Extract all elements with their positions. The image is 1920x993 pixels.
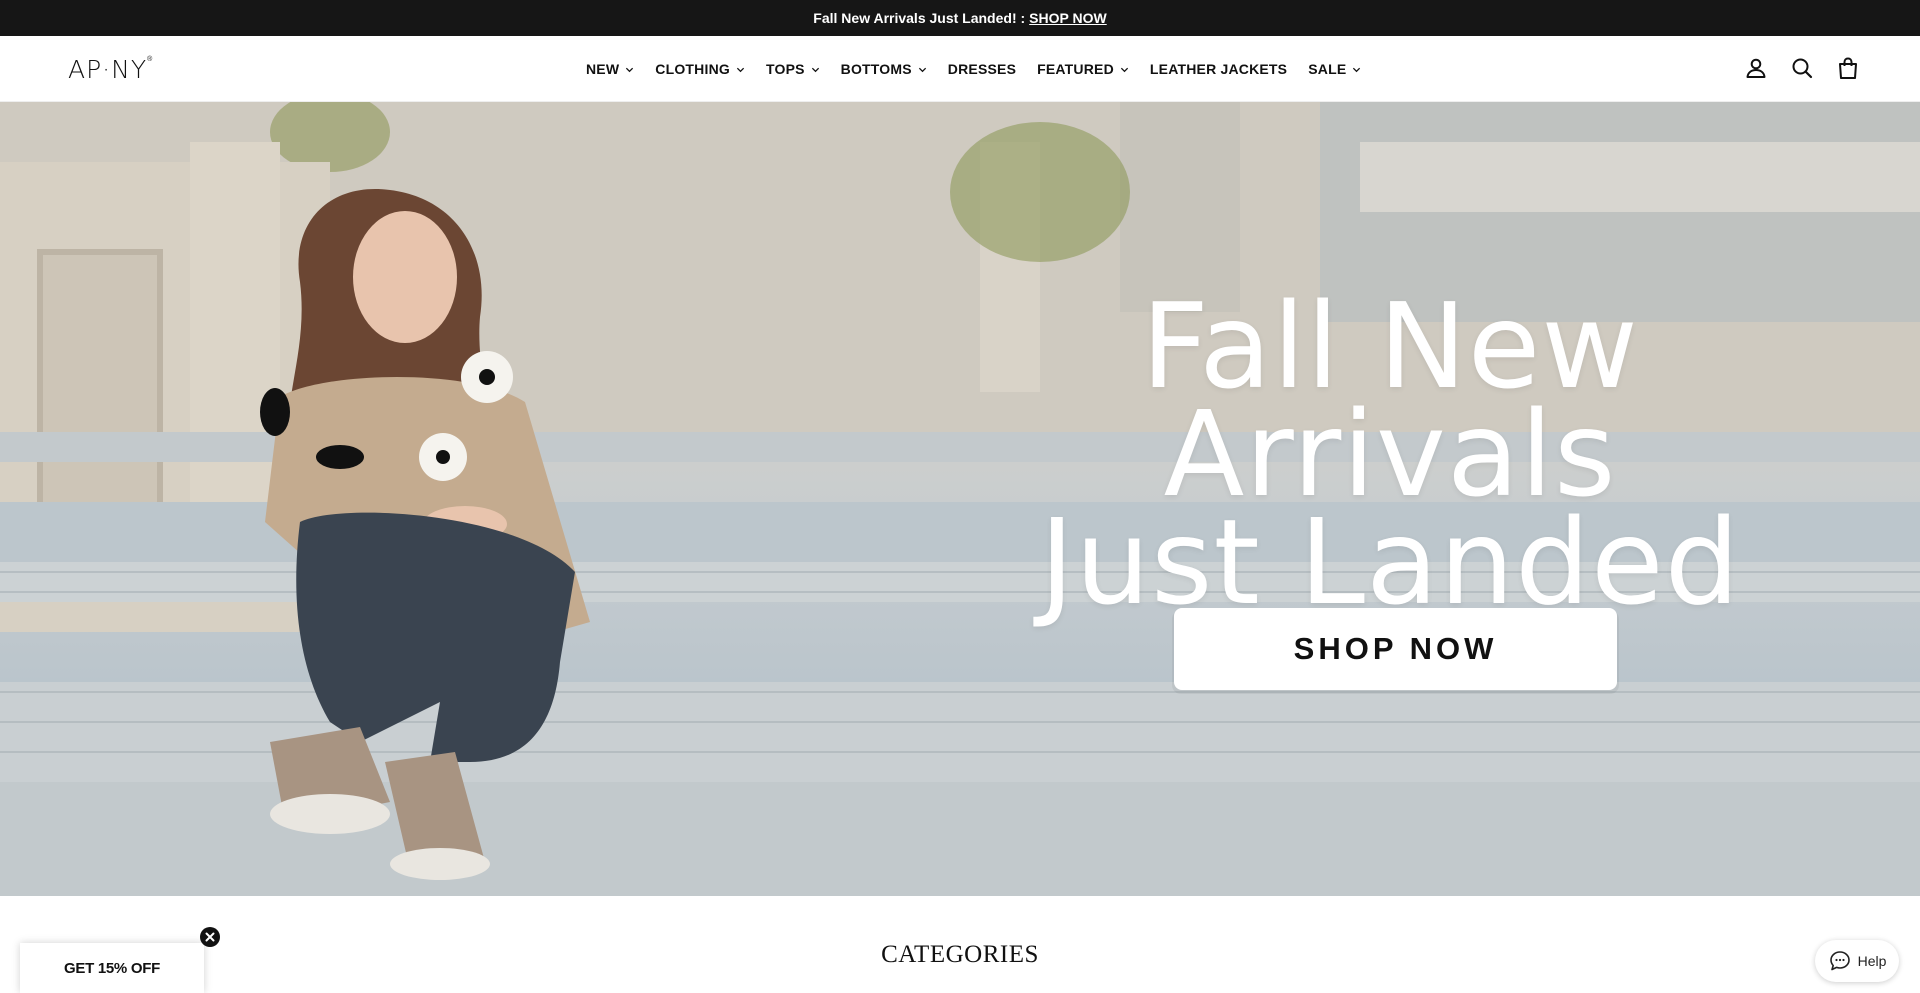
help-label: Help (1857, 953, 1887, 969)
discount-close-button[interactable] (200, 927, 220, 947)
chevron-down-icon (1353, 67, 1361, 72)
chevron-down-icon (811, 67, 819, 72)
cart-button[interactable] (1836, 54, 1860, 82)
nav-item-leather-jackets[interactable]: LEATHER JACKETS (1150, 61, 1287, 77)
nav-item-featured[interactable]: FEATURED (1037, 61, 1129, 77)
search-icon (1792, 58, 1813, 79)
nav-label: LEATHER JACKETS (1149, 61, 1288, 77)
logo-text: AP·NY (68, 54, 148, 84)
nav-item-dresses[interactable]: DRESSES (948, 61, 1016, 77)
nav-label: FEATURED (1037, 61, 1114, 77)
nav-label: NEW (586, 61, 620, 77)
search-button[interactable] (1790, 54, 1814, 82)
announcement-shop-link[interactable]: SHOP NOW (1029, 10, 1107, 26)
chevron-down-icon (626, 67, 634, 72)
nav-label: SALE (1308, 61, 1347, 77)
cart-icon (1839, 57, 1857, 79)
hero-title-line1: Fall New Arrivals (1141, 277, 1639, 523)
account-button[interactable] (1744, 54, 1768, 82)
nav-item-tops[interactable]: TOPS (766, 61, 820, 77)
chevron-down-icon (1120, 67, 1129, 72)
nav-label: CLOTHING (655, 61, 730, 77)
hero-title: Fall New Arrivals Just Landed (900, 277, 1880, 631)
announcement-bar: Fall New Arrivals Just Landed! : SHOP NO… (0, 0, 1920, 36)
site-header: AP·NY ® NEW CLOTHING TOPS BOTTOMS DRESSES… (0, 36, 1920, 102)
hero-shop-now-button[interactable]: SHOP NOW (1174, 608, 1617, 690)
chevron-down-icon (918, 67, 926, 72)
main-nav: NEW CLOTHING TOPS BOTTOMS DRESSES FEATUR… (586, 36, 1361, 102)
help-chat-button[interactable]: Help (1815, 940, 1899, 982)
categories-heading: CATEGORIES (881, 941, 1039, 968)
chevron-down-icon (736, 67, 745, 72)
chat-bubble-icon (1829, 951, 1850, 971)
nav-item-clothing[interactable]: CLOTHING (655, 61, 745, 77)
header-icons (1744, 54, 1860, 82)
logo[interactable]: AP·NY ® (68, 54, 180, 84)
nav-label: BOTTOMS (840, 61, 912, 77)
announcement-text: Fall New Arrivals Just Landed! : (813, 10, 1026, 26)
nav-item-sale[interactable]: SALE (1308, 61, 1361, 77)
close-icon (205, 932, 215, 942)
account-icon (1746, 58, 1766, 78)
logo-mark: ® (147, 55, 153, 63)
discount-tab[interactable]: GET 15% OFF (20, 943, 204, 993)
nav-item-new[interactable]: NEW (586, 61, 634, 77)
nav-item-bottoms[interactable]: BOTTOMS (841, 61, 927, 77)
hero-title-line2: Just Landed (1039, 493, 1741, 631)
hero-banner: Fall New Arrivals Just Landed SHOP NOW (0, 102, 1920, 896)
nav-label: TOPS (765, 61, 805, 77)
nav-label: DRESSES (947, 61, 1017, 77)
